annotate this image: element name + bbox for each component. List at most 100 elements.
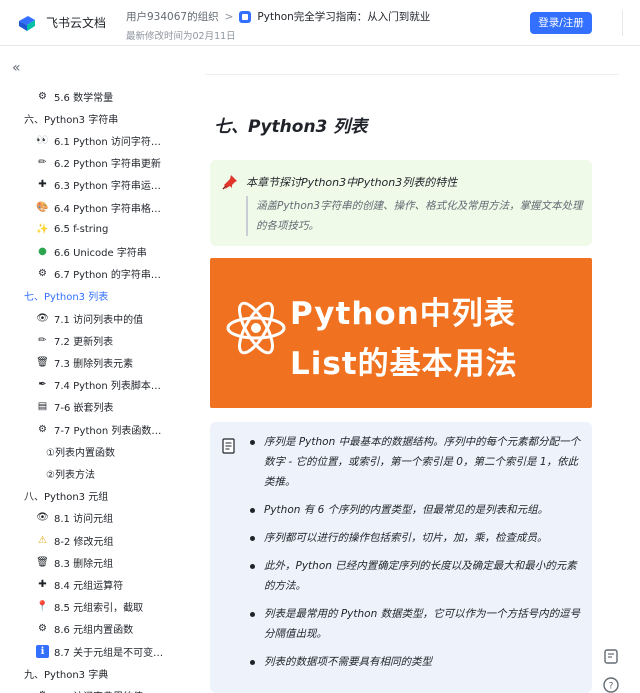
sidebar-item-label: 6.6 Unicode 字符串 — [54, 247, 147, 259]
feishu-docs-logo-icon[interactable] — [16, 12, 38, 34]
sidebar-item[interactable]: 🎨 6.4 Python 字符串格… — [0, 197, 186, 217]
sidebar-item[interactable]: ✚ 6.3 Python 字符串运… — [0, 175, 186, 195]
comment-icon[interactable] — [600, 646, 622, 668]
help-icon[interactable]: ? — [600, 674, 622, 693]
note-block: 序列是 Python 中最基本的数据结构。序列中的每个元素都分配一个数字 - 它… — [210, 422, 592, 693]
sidebar-item[interactable]: ✏ 6.2 Python 字符串更新 — [0, 153, 186, 173]
list-item: 列表的数据项不需要具有相同的类型 — [248, 652, 584, 672]
callout-quote: 涵盖Python3字符串的创建、操作、格式化及常用方法，掌握文本处理的各项技巧。 — [256, 200, 583, 232]
sidebar-item-label: 8.7 关于元组是不可变… — [54, 647, 164, 659]
sidebar-item-label: 八、Python3 元组 — [24, 492, 109, 504]
plus-icon: ✚ — [38, 179, 47, 191]
breadcrumb: 用户934067的组织 > Python完全学习指南：从入门到就业 — [126, 9, 430, 24]
sidebar-item[interactable]: 👁 8.1 访问元组 — [0, 508, 186, 528]
sidebar-item-label: 8.1 访问元组 — [54, 514, 114, 526]
sidebar-item-label: 六、Python3 字符串 — [24, 114, 119, 126]
gear-icon: ⚙ — [38, 268, 47, 280]
eye-icon: 👁 — [36, 312, 49, 324]
palette-icon: 🎨 — [36, 201, 49, 213]
pencil-icon: ✏ — [38, 334, 47, 346]
list-item: 列表是最常用的 Python 数据类型，它可以作为一个方括号内的逗号分隔值出现。 — [248, 604, 584, 644]
sidebar-item-label: 7.1 访问列表中的值 — [54, 314, 144, 326]
sidebar-item-label: 6.1 Python 访问字符… — [54, 136, 161, 148]
sidebar-item-label: 8.4 元组运算符 — [54, 580, 124, 592]
callout-title: 本章节探讨Python3中Python3列表的特性 — [246, 176, 458, 189]
sidebar-item[interactable]: 九、Python3 字典 — [0, 663, 186, 683]
sidebar-item-label: ②列表方法 — [46, 469, 95, 481]
sidebar-item-label: 7.4 Python 列表脚本… — [54, 381, 161, 393]
green-circle-icon: ● — [38, 245, 47, 257]
breadcrumb-document[interactable]: Python完全学习指南：从入门到就业 — [257, 9, 430, 24]
pushpin-icon — [222, 175, 237, 190]
warning-icon: ⚠ — [38, 534, 47, 546]
sidebar-item-label: 8.6 元组内置函数 — [54, 625, 134, 637]
gear-icon: ⚙ — [38, 423, 47, 435]
sidebar-item[interactable]: ✏ 7.2 更新列表 — [0, 330, 186, 350]
sidebar-item[interactable]: ▤ 7-6 嵌套列表 — [0, 397, 186, 417]
eye-icon: 👁 — [36, 512, 49, 524]
sidebar-item-label: 7.2 更新列表 — [54, 336, 114, 348]
sidebar-item[interactable]: 📍 8.5 元组索引，截取 — [0, 597, 186, 617]
svg-text:?: ? — [609, 682, 614, 692]
sidebar-item[interactable]: ℹ 8.7 关于元组是不可变… — [0, 641, 186, 661]
sidebar-item[interactable]: 八、Python3 元组 — [0, 486, 186, 506]
header-divider — [622, 10, 623, 36]
sparkle-icon: ✨ — [36, 223, 49, 235]
bullet-list: 序列是 Python 中最基本的数据结构。序列中的每个元素都分配一个数字 - 它… — [248, 432, 584, 680]
sidebar-item[interactable]: ⚙ 5.6 数学常量 — [0, 86, 186, 106]
sidebar-item-label: 6.4 Python 字符串格… — [54, 203, 161, 215]
sidebar-item[interactable]: 👁 7.1 访问列表中的值 — [0, 308, 186, 328]
sidebar-item-label: ①列表内置函数 — [46, 447, 115, 459]
sidebar-item[interactable]: ⚙ 7-7 Python 列表函数… — [0, 419, 186, 439]
gear-icon: ⚙ — [36, 689, 49, 693]
pin-icon: 📍 — [36, 601, 49, 613]
plus-icon: ✚ — [38, 578, 47, 590]
sidebar-item[interactable]: 🗑 7.3 删除列表元素 — [0, 352, 186, 372]
sidebar-item[interactable]: 🗑 8.3 删除元组 — [0, 552, 186, 572]
last-modified-text: 最新修改时间为02月11日 — [126, 31, 236, 42]
list-item: 序列都可以进行的操作包括索引，切片，加，乘，检查成员。 — [248, 528, 584, 548]
sidebar-item-label: 七、Python3 列表 — [24, 292, 109, 304]
sidebar-item-label: 8.5 元组索引，截取 — [54, 603, 144, 615]
brand-name[interactable]: 飞书云文档 — [46, 14, 106, 31]
collapse-sidebar-icon[interactable]: « — [12, 60, 21, 76]
sidebar-item[interactable]: ✨ 6.5 f-string — [0, 219, 186, 239]
sidebar-item[interactable]: ⚙ 8.6 元组内置函数 — [0, 619, 186, 639]
sidebar-item-label: 6.5 f-string — [54, 223, 109, 235]
sidebar-item[interactable]: 六、Python3 字符串 — [0, 108, 186, 128]
list-item: 此外，Python 已经内置确定序列的长度以及确定最大和最小的元素的方法。 — [248, 556, 584, 596]
sidebar-item-label: 5.6 数学常量 — [54, 92, 114, 104]
sidebar-item-label: 6.3 Python 字符串运… — [54, 181, 161, 193]
stack-icon: ▤ — [37, 401, 48, 413]
banner-line-1: Python中列表 — [290, 296, 516, 332]
pen-icon: ✒ — [38, 379, 47, 391]
sidebar-item-label: 九、Python3 字典 — [24, 669, 109, 681]
sidebar-item[interactable]: ✒ 7.4 Python 列表脚本… — [0, 375, 186, 395]
sidebar-item[interactable]: ⚠ 8-2 修改元组 — [0, 530, 186, 550]
section-heading: 七、Python3 列表 — [214, 117, 368, 137]
sidebar-item-label: 7-7 Python 列表函数… — [54, 425, 162, 437]
sidebar-item[interactable]: ● 6.6 Unicode 字符串 — [0, 241, 186, 261]
sidebar-item[interactable]: ①列表内置函数 — [0, 441, 186, 461]
breadcrumb-separator: > — [224, 10, 234, 23]
sidebar-item[interactable]: ✚ 8.4 元组运算符 — [0, 574, 186, 594]
trash-icon: 🗑 — [36, 556, 49, 568]
sidebar-item[interactable]: 七、Python3 列表 — [0, 286, 186, 306]
login-register-button[interactable]: 登录/注册 — [530, 12, 592, 34]
sidebar-item[interactable]: ②列表方法 — [0, 463, 186, 483]
gear-icon: ⚙ — [38, 623, 47, 635]
memo-icon — [222, 438, 235, 454]
sidebar-item-label: 6.7 Python 的字符串… — [54, 270, 161, 282]
sidebar-item-label: 9.1 访问字典里的值 — [54, 688, 143, 693]
sidebar-item[interactable]: ⚙ 9.1 访问字典里的值 — [0, 685, 186, 693]
breadcrumb-org[interactable]: 用户934067的组织 — [126, 9, 219, 24]
sidebar-item[interactable]: ⚙ 6.7 Python 的字符串… — [0, 264, 186, 284]
sidebar-item-label: 8-2 修改元组 — [54, 536, 114, 548]
atom-icon — [226, 301, 286, 355]
pencil-icon: ✏ — [38, 157, 47, 169]
list-banner-image: Python中列表 List的基本用法 — [210, 258, 592, 408]
gear-icon: ⚙ — [38, 90, 47, 102]
sidebar-item[interactable]: 👀 6.1 Python 访问字符… — [0, 130, 186, 150]
list-item: 序列是 Python 中最基本的数据结构。序列中的每个元素都分配一个数字 - 它… — [248, 432, 584, 492]
sidebar-item-label: 6.2 Python 字符串更新 — [54, 159, 161, 171]
